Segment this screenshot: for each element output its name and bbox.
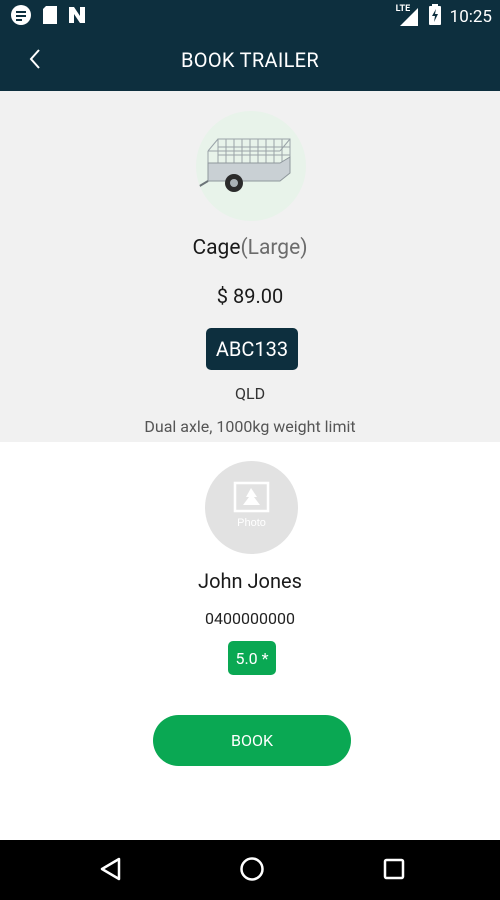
trailer-title: Cage(Large) (0, 236, 500, 260)
nav-home-button[interactable] (236, 855, 268, 887)
clock: 10:25 (449, 7, 492, 27)
trailer-image (196, 111, 306, 221)
signal-icon: LTE (396, 4, 420, 28)
app-notification-icon (10, 4, 32, 30)
trailer-type: Cage (192, 236, 241, 260)
sd-card-icon (42, 5, 58, 29)
nav-recents-button[interactable] (378, 855, 410, 887)
nav-back-button[interactable] (94, 855, 126, 887)
trailer-size: (Large) (240, 236, 308, 260)
trailer-details: Cage(Large) $ 89.00 ABC133 QLD Dual axle… (0, 91, 500, 442)
trailer-state: QLD (234, 384, 266, 403)
plate-badge: ABC133 (206, 328, 298, 370)
owner-phone: 0400000000 (205, 609, 295, 628)
trailer-description: Dual axle, 1000kg weight limit (144, 417, 356, 436)
triangle-back-icon (99, 857, 121, 885)
navigation-bar (0, 840, 500, 900)
photo-placeholder-icon (233, 481, 270, 513)
owner-details: Photo John Jones 0400000000 5.0 * BOOK (0, 442, 500, 840)
page-title: BOOK TRAILER (181, 48, 319, 72)
n-app-icon (68, 6, 86, 28)
trailer-price: $ 89.00 (216, 284, 284, 308)
square-recents-icon (383, 858, 405, 884)
circle-home-icon (239, 856, 265, 886)
battery-charging-icon (428, 4, 442, 30)
rating-badge: 5.0 * (228, 641, 276, 675)
owner-name: John Jones (198, 569, 302, 593)
book-button[interactable]: BOOK (153, 715, 351, 766)
app-bar: BOOK TRAILER (0, 30, 500, 91)
avatar: Photo (205, 461, 298, 554)
photo-placeholder-text: Photo (237, 517, 266, 529)
status-bar: LTE 10:25 (0, 0, 500, 30)
